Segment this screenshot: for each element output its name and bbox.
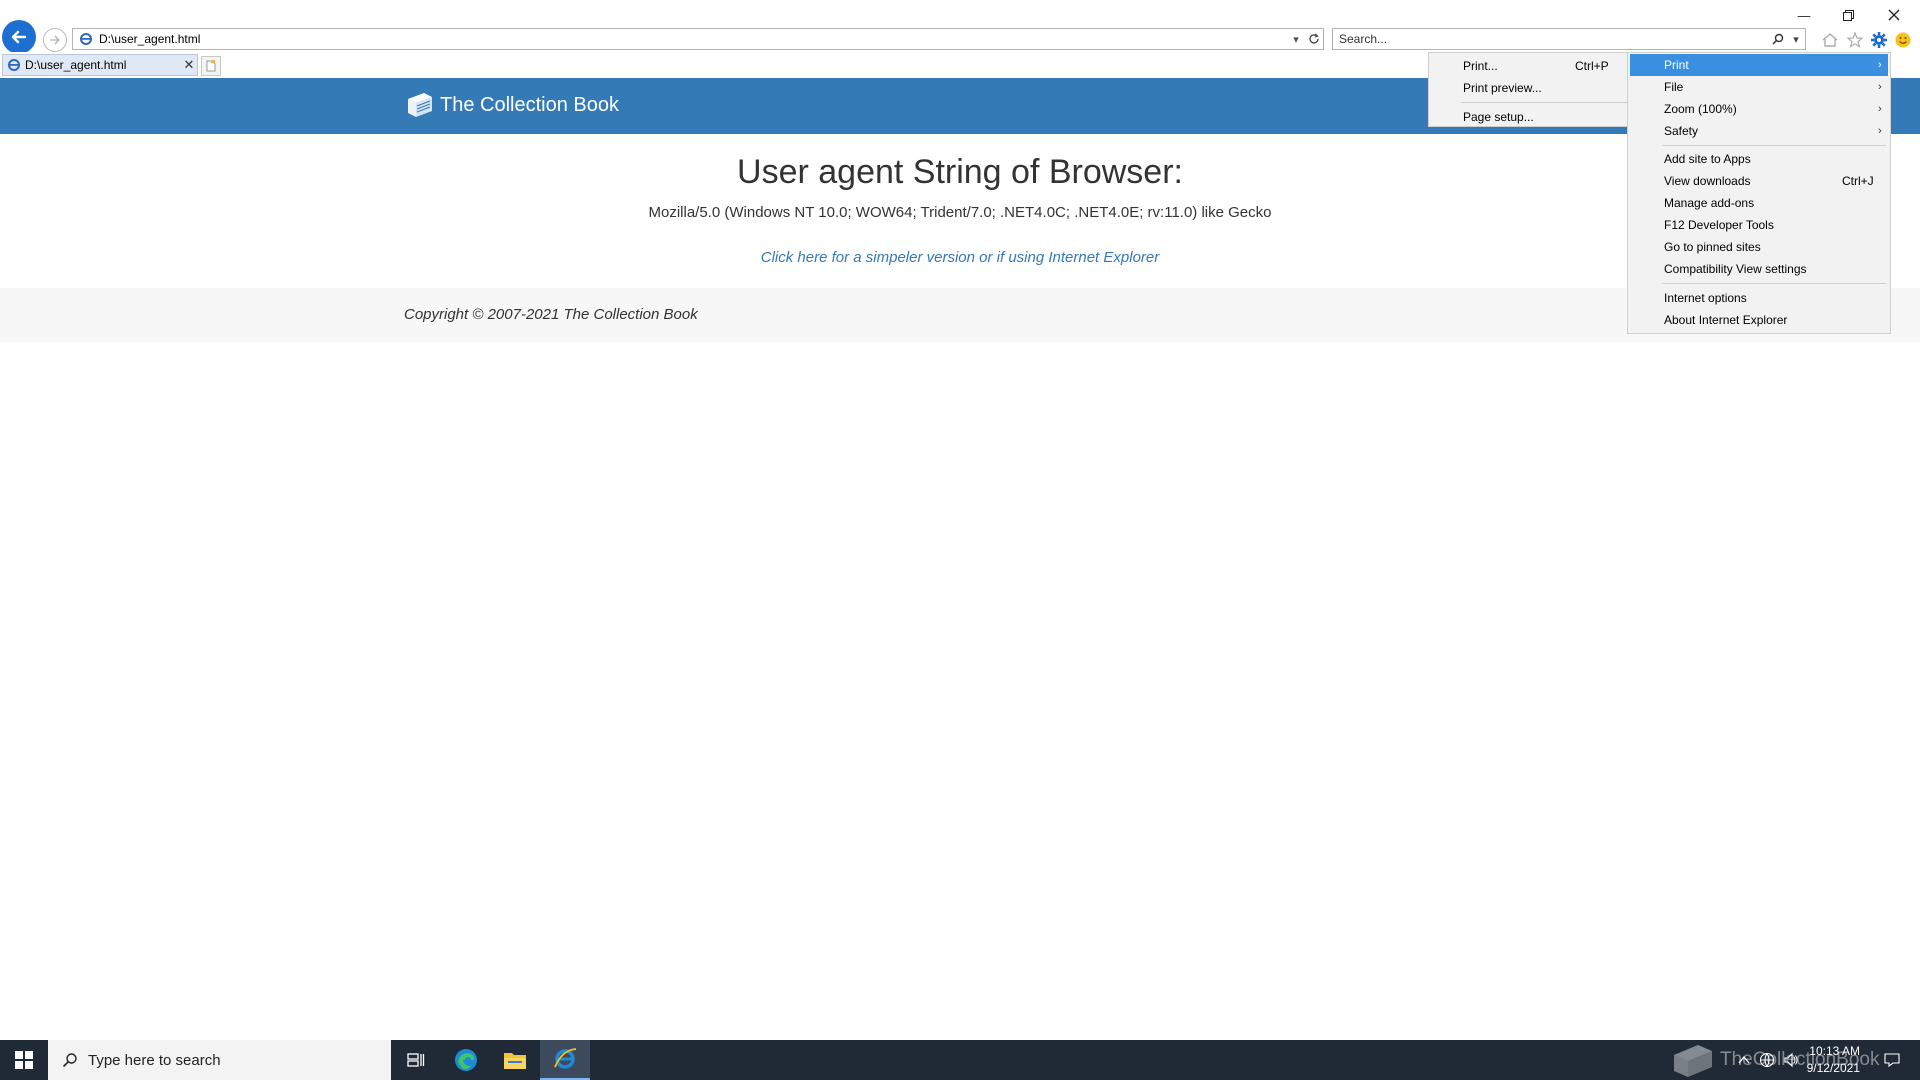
taskbar: Type here to search 10:13 AM 9/12/2021 — [0, 1040, 1920, 1080]
back-button[interactable] — [2, 20, 36, 54]
menu-separator — [1662, 145, 1886, 146]
address-text[interactable]: D:\user_agent.html — [99, 32, 1287, 46]
menu-item-label: Print... — [1463, 59, 1498, 73]
minimize-icon: — — [1797, 7, 1811, 23]
home-button[interactable] — [1820, 30, 1840, 50]
menu-item-add-site-to-apps[interactable]: Add site to Apps — [1630, 148, 1888, 170]
restore-button[interactable] — [1826, 4, 1870, 26]
tools-button[interactable] — [1869, 30, 1889, 50]
menu-item-f12-developer-tools[interactable]: F12 Developer Tools — [1630, 214, 1888, 236]
gear-icon — [1871, 32, 1887, 48]
task-view-icon — [407, 1053, 425, 1067]
chevron-right-icon: › — [1878, 125, 1882, 137]
back-arrow-icon — [11, 30, 27, 44]
menu-item-label: Go to pinned sites — [1664, 240, 1761, 254]
watermark-text: TheCollectionBook — [1720, 1049, 1880, 1070]
home-icon — [1822, 33, 1838, 47]
menu-item-label: File — [1664, 80, 1684, 94]
menu-item-safety[interactable]: Safety › — [1630, 120, 1888, 142]
menu-item-label: Zoom (100%) — [1664, 102, 1737, 116]
browser-window: D:\user_agent.html ▾ Search... ▾ — D:\us… — [0, 0, 1920, 1080]
menu-item-compatibility-view-settings[interactable]: Compatibility View settings — [1630, 258, 1888, 280]
edge-icon — [455, 1049, 477, 1071]
task-view-button[interactable] — [392, 1040, 440, 1080]
menu-item-manage-add-ons[interactable]: Manage add-ons — [1630, 192, 1888, 214]
address-dropdown-icon[interactable]: ▾ — [1287, 30, 1305, 48]
menu-item-about-internet-explorer[interactable]: About Internet Explorer — [1630, 309, 1888, 331]
menu-item-label: Manage add-ons — [1664, 196, 1755, 210]
close-icon — [1888, 9, 1900, 21]
menu-item-label: Add site to Apps — [1664, 152, 1751, 166]
brand-name: The Collection Book — [440, 93, 619, 116]
forward-arrow-icon — [50, 35, 61, 45]
internet-explorer-taskbar-button[interactable] — [540, 1040, 590, 1080]
brand-logo[interactable]: The Collection Book — [404, 91, 619, 119]
menu-separator — [1662, 283, 1886, 284]
print-submenu: Print... Ctrl+P Print preview... Page se… — [1428, 52, 1630, 127]
ie-page-icon — [80, 33, 92, 45]
watermark: TheCollectionBook — [1668, 1040, 1918, 1080]
star-icon — [1846, 31, 1864, 48]
menu-item-label: Print preview... — [1463, 81, 1542, 95]
new-tab-icon — [206, 60, 216, 72]
menu-item-go-to-pinned-sites[interactable]: Go to pinned sites — [1630, 236, 1888, 258]
menu-item-page-setup[interactable]: Page setup... — [1429, 106, 1629, 128]
restore-icon — [1842, 9, 1854, 21]
internet-explorer-icon — [554, 1048, 577, 1069]
title-bar: D:\user_agent.html ▾ Search... ▾ — — [0, 0, 1920, 54]
folder-icon — [504, 1053, 526, 1069]
taskbar-search-input[interactable]: Type here to search — [88, 1052, 221, 1069]
search-icon — [62, 1053, 77, 1068]
menu-item-print-preview[interactable]: Print preview... — [1429, 77, 1629, 99]
menu-item-label: Internet options — [1664, 291, 1747, 305]
book-icon — [408, 93, 432, 117]
search-icon[interactable] — [1769, 30, 1787, 48]
menu-item-shortcut: Ctrl+P — [1575, 59, 1609, 73]
simpler-version-link-text[interactable]: Click here for a simpeler version or if … — [761, 249, 1160, 266]
menu-item-label: Compatibility View settings — [1664, 262, 1807, 276]
menu-item-zoom[interactable]: Zoom (100%) › — [1630, 98, 1888, 120]
menu-item-label: F12 Developer Tools — [1664, 218, 1774, 232]
windows-logo-icon — [15, 1051, 33, 1069]
chevron-right-icon: › — [1878, 103, 1882, 115]
forward-button[interactable] — [43, 28, 67, 52]
favorites-button[interactable] — [1845, 30, 1865, 50]
minimize-button[interactable]: — — [1782, 4, 1826, 26]
search-input[interactable]: Search... — [1333, 32, 1769, 46]
edge-taskbar-button[interactable] — [442, 1040, 490, 1080]
menu-item-print[interactable]: Print... Ctrl+P — [1429, 55, 1629, 77]
tab-close-icon[interactable]: ✕ — [181, 57, 197, 73]
search-dropdown-icon[interactable]: ▾ — [1787, 30, 1805, 48]
copyright-text: Copyright © 2007-2021 The Collection Boo… — [404, 306, 698, 323]
smiley-icon — [1895, 32, 1911, 48]
menu-item-file[interactable]: File › — [1630, 76, 1888, 98]
menu-separator — [1461, 102, 1627, 103]
search-box[interactable]: Search... ▾ — [1332, 28, 1806, 50]
new-tab-button[interactable] — [201, 56, 221, 76]
file-explorer-taskbar-button[interactable] — [491, 1040, 539, 1080]
menu-item-shortcut: Ctrl+J — [1842, 174, 1874, 188]
tab-user-agent[interactable]: D:\user_agent.html ✕ — [2, 54, 198, 76]
taskbar-search-box[interactable]: Type here to search — [48, 1040, 391, 1080]
ie-tab-icon — [8, 59, 20, 71]
menu-item-internet-options[interactable]: Internet options — [1630, 287, 1888, 309]
chevron-right-icon: › — [1878, 81, 1882, 93]
menu-item-print-submenu[interactable]: Print › — [1630, 54, 1888, 76]
menu-item-view-downloads[interactable]: View downloads Ctrl+J — [1630, 170, 1888, 192]
address-bar[interactable]: D:\user_agent.html ▾ — [72, 28, 1324, 50]
menu-item-label: About Internet Explorer — [1664, 313, 1788, 327]
close-window-button[interactable] — [1872, 4, 1916, 26]
refresh-icon[interactable] — [1305, 30, 1323, 48]
tools-menu: Print › File › Zoom (100%) › Safety › Ad… — [1627, 52, 1891, 334]
menu-item-label: Safety — [1664, 124, 1699, 138]
menu-item-label: Print — [1664, 58, 1689, 72]
tab-title: D:\user_agent.html — [25, 58, 127, 72]
menu-item-label: View downloads — [1664, 174, 1751, 188]
feedback-button[interactable] — [1893, 30, 1913, 50]
chevron-right-icon: › — [1878, 59, 1882, 71]
menu-item-label: Page setup... — [1463, 110, 1534, 124]
book-watermark-icon — [1674, 1045, 1712, 1077]
start-button[interactable] — [0, 1040, 48, 1080]
